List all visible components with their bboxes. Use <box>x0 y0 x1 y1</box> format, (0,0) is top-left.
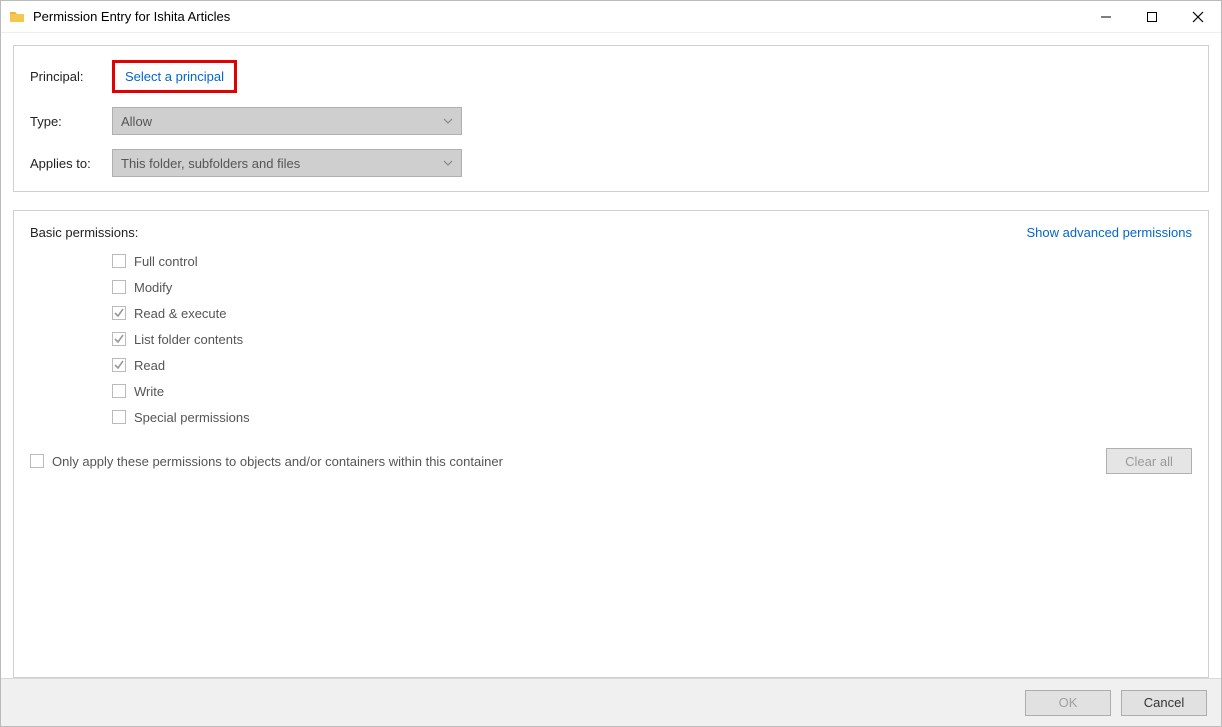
permission-checkbox[interactable] <box>112 280 126 294</box>
permission-checkbox[interactable] <box>112 254 126 268</box>
permission-checkbox[interactable] <box>112 410 126 424</box>
show-advanced-link[interactable]: Show advanced permissions <box>1027 225 1192 240</box>
folder-icon <box>9 9 25 25</box>
ok-button[interactable]: OK <box>1025 690 1111 716</box>
permission-item: Write <box>112 378 1192 404</box>
basic-permissions-heading: Basic permissions: <box>30 225 138 240</box>
permission-item: List folder contents <box>112 326 1192 352</box>
permission-label: Full control <box>134 254 198 269</box>
type-label: Type: <box>30 114 112 129</box>
chevron-down-icon <box>443 114 453 129</box>
permissions-panel: Basic permissions: Show advanced permiss… <box>13 210 1209 678</box>
applies-to-dropdown-value: This folder, subfolders and files <box>121 156 300 171</box>
applies-to-dropdown[interactable]: This folder, subfolders and files <box>112 149 462 177</box>
chevron-down-icon <box>443 156 453 171</box>
permission-item: Read & execute <box>112 300 1192 326</box>
type-dropdown-value: Allow <box>121 114 152 129</box>
principal-label: Principal: <box>30 69 112 84</box>
permission-checkbox[interactable] <box>112 384 126 398</box>
type-dropdown[interactable]: Allow <box>112 107 462 135</box>
window: Permission Entry for Ishita Articles Pri… <box>0 0 1222 727</box>
clear-all-button[interactable]: Clear all <box>1106 448 1192 474</box>
permission-label: Special permissions <box>134 410 250 425</box>
content-area: Principal: Select a principal Type: Allo… <box>1 33 1221 678</box>
permission-label: Read & execute <box>134 306 227 321</box>
permission-item: Full control <box>112 248 1192 274</box>
permission-label: Write <box>134 384 164 399</box>
permission-item: Modify <box>112 274 1192 300</box>
window-title: Permission Entry for Ishita Articles <box>33 9 1083 24</box>
select-principal-link[interactable]: Select a principal <box>115 63 234 90</box>
close-button[interactable] <box>1175 1 1221 33</box>
permission-item: Special permissions <box>112 404 1192 430</box>
dialog-footer: OK Cancel <box>1 678 1221 726</box>
maximize-button[interactable] <box>1129 1 1175 33</box>
permission-label: Modify <box>134 280 172 295</box>
highlight-annotation: Select a principal <box>112 60 237 93</box>
only-apply-label: Only apply these permissions to objects … <box>52 454 503 469</box>
applies-to-label: Applies to: <box>30 156 112 171</box>
permission-label: List folder contents <box>134 332 243 347</box>
cancel-button[interactable]: Cancel <box>1121 690 1207 716</box>
window-controls <box>1083 1 1221 33</box>
permission-checkbox[interactable] <box>112 306 126 320</box>
titlebar: Permission Entry for Ishita Articles <box>1 1 1221 33</box>
permission-label: Read <box>134 358 165 373</box>
permission-item: Read <box>112 352 1192 378</box>
permission-checkbox[interactable] <box>112 332 126 346</box>
principal-panel: Principal: Select a principal Type: Allo… <box>13 45 1209 192</box>
permissions-list: Full control Modify Read & execute List fol… <box>112 248 1192 430</box>
minimize-button[interactable] <box>1083 1 1129 33</box>
only-apply-checkbox[interactable] <box>30 454 44 468</box>
permission-checkbox[interactable] <box>112 358 126 372</box>
